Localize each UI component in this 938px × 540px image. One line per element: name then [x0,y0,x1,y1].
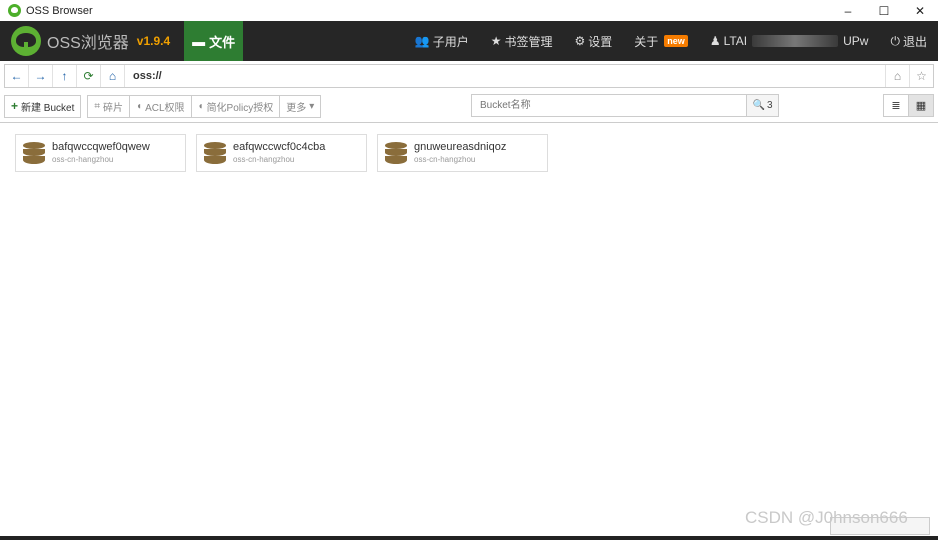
up-button[interactable]: ↑ [53,65,77,87]
account-suffix: UPw [843,34,869,48]
nav-account[interactable]: ♟ LTAI UPw [710,34,869,48]
close-button[interactable]: ✕ [902,0,938,21]
version-label: v1.9.4 [136,34,171,48]
nav-subuser-label: 子用户 [432,34,469,49]
database-icon [204,142,226,164]
window-titlebar: OSS Browser – ☐ ✕ [0,0,938,21]
gear-icon: ⚙ [574,34,586,48]
nav-about[interactable]: 关于 new [634,33,688,50]
account-prefix: LTAI [723,34,748,48]
search-count: 3 [766,100,773,111]
acl-label: ACL权限 [145,102,185,114]
oss-logo-icon [11,26,41,56]
nav-about-label: 关于 [634,34,659,49]
policy-button[interactable]: ◖ 简化Policy授权 [190,94,281,118]
shield-icon: ◖ [136,100,143,112]
new-badge: new [664,35,688,47]
window-title: OSS Browser [26,4,93,17]
brand-name: OSS浏览器 [47,35,129,52]
grid-view-button[interactable]: ▦ [908,94,934,117]
nav-subuser[interactable]: 👥 子用户 [415,33,469,50]
taskbar-edge [0,536,938,540]
bucket-search-input[interactable] [471,94,747,117]
puzzle-icon: ⌗ [94,100,101,112]
shield-icon: ◖ [197,100,204,112]
back-button[interactable]: ← [5,65,29,87]
star-icon: ★ [490,34,502,48]
plus-icon: + [11,99,19,113]
top-navbar: OSS浏览器 v1.9.4 ▬ 文件 👥 子用户 ★ 书签管理 ⚙ 设置 关于 … [0,21,938,61]
view-toggle: ≣ ▦ [883,94,934,117]
search-icon: 🔍 [752,100,765,111]
nav-bookmarks-label: 书签管理 [504,34,553,49]
bucket-card[interactable]: bafqwccqwef0qwew oss-cn-hangzhou [15,134,186,172]
bucket-name: gnuweureasdniqoz [414,141,507,153]
power-icon: ⏻ [890,33,900,48]
database-icon [385,142,407,164]
bucket-card[interactable]: gnuweureasdniqoz oss-cn-hangzhou [377,134,548,172]
path-input[interactable] [125,65,885,87]
tab-files[interactable]: ▬ 文件 [184,21,244,61]
refresh-button[interactable]: ⟳ [77,65,101,87]
nav-settings[interactable]: ⚙ 设置 [575,33,613,50]
bucket-card[interactable]: eafqwccwcf0c4cba oss-cn-hangzhou [196,134,367,172]
bucket-region: oss-cn-hangzhou [52,155,114,164]
users-icon: 👥 [414,34,430,48]
list-view-button[interactable]: ≣ [883,94,909,117]
nav-bookmarks[interactable]: ★ 书签管理 [491,33,553,50]
user-icon: ♟ [709,34,721,48]
fragments-button[interactable]: ⌗ 碎片 [87,94,131,118]
home-button[interactable]: ⌂ [101,65,125,87]
minimize-button[interactable]: – [830,0,866,21]
bucket-search: 🔍 3 [471,94,779,117]
caret-down-icon: ▾ [309,100,315,112]
app-logo-icon [8,4,21,17]
forward-button[interactable]: → [29,65,53,87]
watermark-text: CSDN @J0hnson666 [745,508,908,527]
bucket-region: oss-cn-hangzhou [414,155,476,164]
nav-settings-label: 设置 [588,34,613,49]
address-bar: ← → ↑ ⟳ ⌂ ⌂ ☆ [4,64,934,88]
maximize-button[interactable]: ☐ [866,0,902,21]
folder-icon: ▬ [192,33,206,49]
nav-logout[interactable]: ⏻ 退出 [890,33,927,50]
window-controls: – ☐ ✕ [830,0,938,21]
set-home-button[interactable]: ⌂ [885,65,909,87]
new-bucket-label: 新建 Bucket [21,102,75,114]
nav-logout-label: 退出 [902,34,927,49]
new-bucket-button[interactable]: + 新建 Bucket [4,94,82,118]
bucket-grid: bafqwccqwef0qwew oss-cn-hangzhou eafqwcc… [15,134,548,172]
fragments-label: 碎片 [103,102,124,114]
bucket-name: bafqwccqwef0qwew [52,141,150,153]
more-label: 更多 [286,102,307,114]
search-button[interactable]: 🔍 3 [747,94,779,117]
bucket-name: eafqwccwcf0c4cba [233,141,326,153]
navbar-right-menu: 👥 子用户 ★ 书签管理 ⚙ 设置 关于 new ♟ LTAI UPw ⏻ 退出 [404,21,938,61]
bucket-region: oss-cn-hangzhou [233,155,295,164]
content-divider [0,122,938,123]
database-icon [23,142,45,164]
redacted-account-id [752,35,839,47]
bucket-toolbar: + 新建 Bucket ⌗ 碎片 ◖ ACL权限 ◖ 简化Policy授权 更多… [4,94,934,118]
tab-files-label: 文件 [209,34,236,50]
more-dropdown-button[interactable]: 更多 ▾ [279,94,322,118]
acl-button[interactable]: ◖ ACL权限 [129,94,192,118]
bookmark-star-button[interactable]: ☆ [909,65,933,87]
policy-label: 简化Policy授权 [206,102,274,114]
